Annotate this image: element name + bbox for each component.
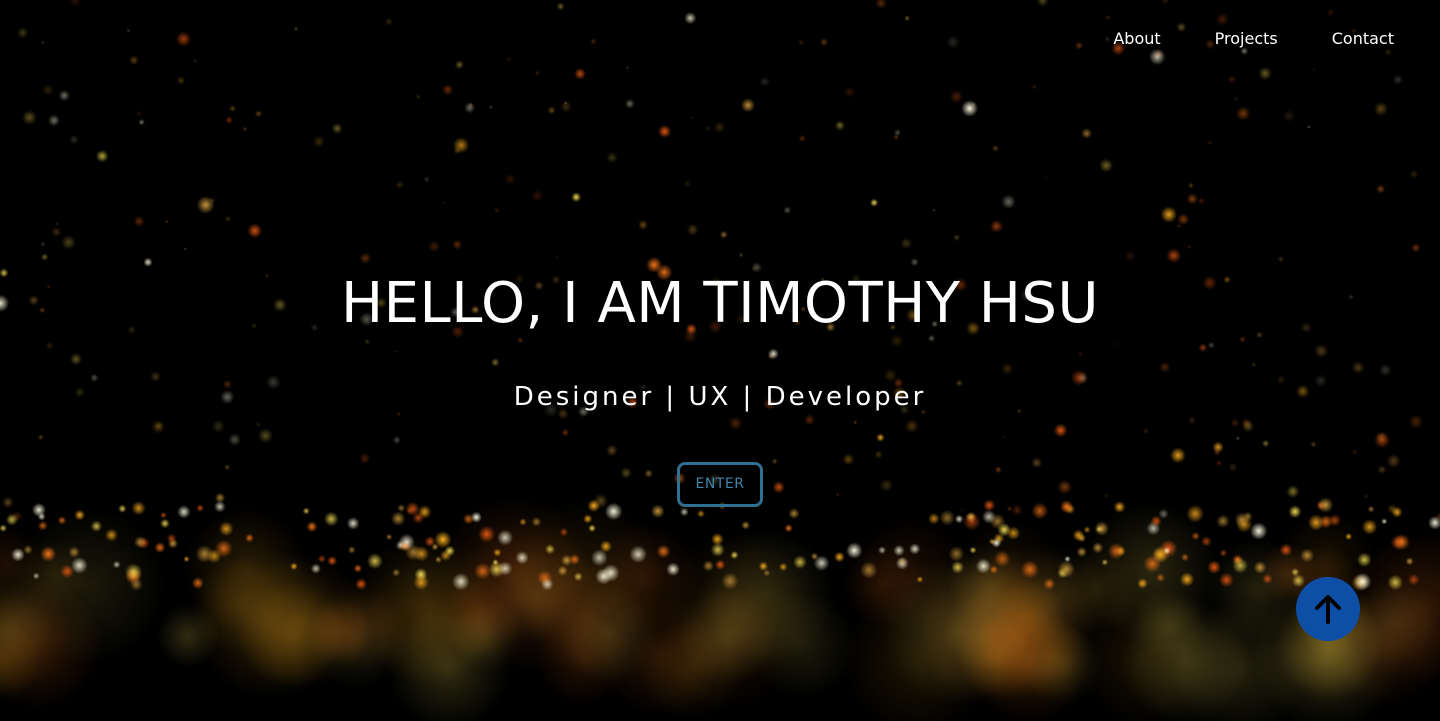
nav-about-link[interactable]: About <box>1113 28 1160 50</box>
arrow-up-icon <box>1311 592 1345 626</box>
hero-subtitle: Designer | UX | Developer <box>513 382 927 412</box>
hero-title: HELLO, I AM TIMOTHY HSU <box>341 271 1099 336</box>
nav-contact-link[interactable]: Contact <box>1332 28 1394 50</box>
enter-button[interactable]: ENTER <box>677 462 763 507</box>
top-nav: About Projects Contact <box>1059 28 1394 50</box>
scroll-to-top-button[interactable] <box>1296 577 1360 641</box>
bokeh-background <box>0 0 1440 721</box>
nav-projects-link[interactable]: Projects <box>1215 28 1278 50</box>
